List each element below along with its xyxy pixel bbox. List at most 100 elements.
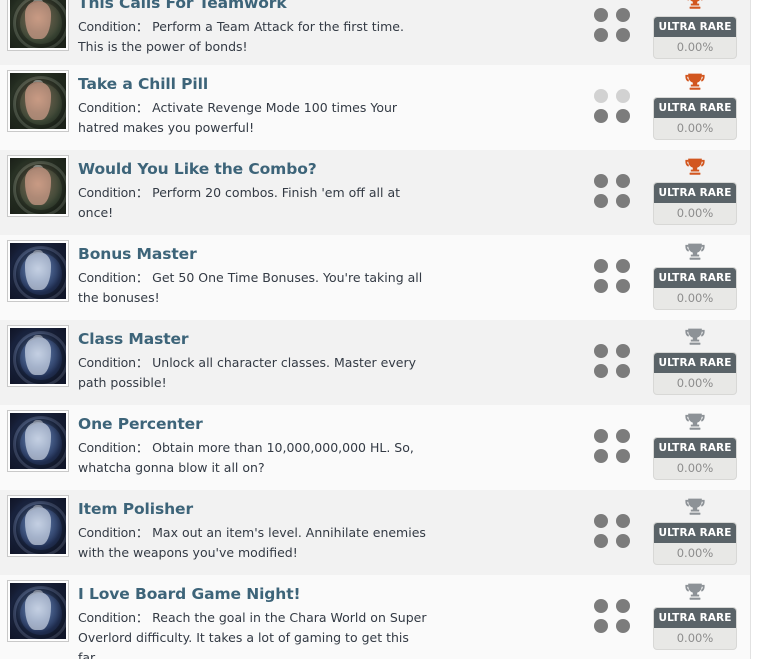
rarity-percent: 0.00%	[676, 206, 714, 220]
progress-dot-2	[616, 429, 630, 443]
rarity-badge[interactable]: ULTRA RARE 0.00%	[653, 182, 737, 225]
thumb-bronze[interactable]	[7, 70, 69, 132]
progress-dot-4	[616, 28, 630, 42]
trophy-title[interactable]: One Percenter	[78, 415, 574, 435]
trophy-progress-dots	[584, 156, 640, 208]
rarity-badge[interactable]: ULTRA RARE 0.00%	[653, 16, 737, 59]
progress-dot-2	[616, 259, 630, 273]
trophy-rarity: ULTRA RARE 0.00%	[640, 496, 750, 565]
rarity-percent: 0.00%	[676, 461, 714, 475]
thumb-blue[interactable]	[7, 580, 69, 642]
trophy-bronze-icon	[685, 0, 705, 13]
progress-dot-1	[594, 429, 608, 443]
rarity-badge-label: ULTRA RARE	[654, 608, 736, 628]
thumb-blue[interactable]	[7, 495, 69, 557]
rarity-badge[interactable]: ULTRA RARE 0.00%	[653, 352, 737, 395]
trophy-info: Item Polisher Condition： Max out an item'…	[72, 496, 584, 563]
trophy-achievement-list: This Calls For Teamwork Condition： Perfor…	[0, 0, 751, 659]
trophy-rarity: ULTRA RARE 0.00%	[640, 581, 750, 650]
trophy-rarity: ULTRA RARE 0.00%	[640, 0, 750, 59]
trophy-condition: Condition： Perform a Team Attack for the…	[78, 17, 430, 58]
trophy-info: Bonus Master Condition： Get 50 One Time B…	[72, 241, 584, 308]
rarity-badge[interactable]: ULTRA RARE 0.00%	[653, 522, 737, 565]
trophy-title[interactable]: I Love Board Game Night!	[78, 585, 574, 605]
progress-dot-2	[616, 514, 630, 528]
trophy-silver-icon	[685, 328, 705, 349]
trophy-row[interactable]: Would You Like the Combo? Condition： Perf…	[0, 150, 750, 235]
rarity-badge-label: ULTRA RARE	[654, 438, 736, 458]
trophy-condition: Condition： Get 50 One Time Bonuses. You'…	[78, 268, 430, 309]
trophy-thumbnail-wrapper	[0, 0, 72, 51]
progress-dot-1	[594, 599, 608, 613]
rarity-badge[interactable]: ULTRA RARE 0.00%	[653, 607, 737, 650]
trophy-row[interactable]: One Percenter Condition： Obtain more than…	[0, 405, 750, 490]
trophy-silver-icon	[685, 583, 705, 604]
condition-label: Condition：	[78, 269, 149, 285]
rarity-badge-label: ULTRA RARE	[654, 98, 736, 118]
trophy-row[interactable]: I Love Board Game Night! Condition： Reach…	[0, 575, 750, 659]
thumb-bronze[interactable]	[7, 0, 69, 51]
trophy-title[interactable]: Take a Chill Pill	[78, 75, 574, 95]
trophy-silver-icon	[685, 498, 705, 519]
rarity-percent: 0.00%	[676, 631, 714, 645]
rarity-percent: 0.00%	[676, 291, 714, 305]
rarity-badge-label: ULTRA RARE	[654, 353, 736, 373]
trophy-progress-dots	[584, 0, 640, 42]
rarity-badge[interactable]: ULTRA RARE 0.00%	[653, 97, 737, 140]
thumb-blue[interactable]	[7, 325, 69, 387]
trophy-condition: Condition： Unlock all character classes.…	[78, 353, 430, 394]
progress-dot-4	[616, 534, 630, 548]
progress-dot-4	[616, 279, 630, 293]
progress-dot-3	[594, 194, 608, 208]
trophy-rarity: ULTRA RARE 0.00%	[640, 71, 750, 140]
trophy-title[interactable]: Bonus Master	[78, 245, 574, 265]
progress-dot-2	[616, 599, 630, 613]
rarity-badge[interactable]: ULTRA RARE 0.00%	[653, 437, 737, 480]
trophy-row[interactable]: Bonus Master Condition： Get 50 One Time B…	[0, 235, 750, 320]
progress-dot-2	[616, 344, 630, 358]
progress-dot-1	[594, 259, 608, 273]
progress-dot-1	[594, 174, 608, 188]
trophy-row[interactable]: Item Polisher Condition： Max out an item'…	[0, 490, 750, 575]
thumb-blue[interactable]	[7, 410, 69, 472]
trophy-info: Would You Like the Combo? Condition： Perf…	[72, 156, 584, 223]
progress-dot-3	[594, 534, 608, 548]
trophy-title[interactable]: This Calls For Teamwork	[78, 0, 574, 14]
trophy-rarity: ULTRA RARE 0.00%	[640, 156, 750, 225]
trophy-title[interactable]: Would You Like the Combo?	[78, 160, 574, 180]
progress-dot-2	[616, 89, 630, 103]
progress-dot-1	[594, 514, 608, 528]
trophy-thumbnail-wrapper	[0, 240, 72, 302]
trophy-row[interactable]: Class Master Condition： Unlock all charac…	[0, 320, 750, 405]
trophy-info: Take a Chill Pill Condition： Activate Rev…	[72, 71, 584, 138]
progress-dot-2	[616, 174, 630, 188]
trophy-row[interactable]: Take a Chill Pill Condition： Activate Rev…	[0, 65, 750, 150]
trophy-rarity: ULTRA RARE 0.00%	[640, 241, 750, 310]
trophy-condition: Condition： Obtain more than 10,000,000,0…	[78, 438, 430, 479]
condition-label: Condition：	[78, 354, 149, 370]
trophy-bronze-icon	[685, 158, 705, 179]
condition-label: Condition：	[78, 99, 149, 115]
trophy-title[interactable]: Class Master	[78, 330, 574, 350]
rarity-badge-label: ULTRA RARE	[654, 17, 736, 37]
rarity-badge-label: ULTRA RARE	[654, 183, 736, 203]
trophy-thumbnail-wrapper	[0, 410, 72, 472]
thumb-blue[interactable]	[7, 240, 69, 302]
condition-label: Condition：	[78, 18, 149, 34]
progress-dot-4	[616, 194, 630, 208]
progress-dot-3	[594, 279, 608, 293]
trophy-progress-dots	[584, 496, 640, 548]
trophy-row[interactable]: This Calls For Teamwork Condition： Perfor…	[0, 0, 750, 65]
progress-dot-4	[616, 364, 630, 378]
trophy-thumbnail-wrapper	[0, 495, 72, 557]
trophy-condition: Condition： Perform 20 combos. Finish 'em…	[78, 183, 430, 224]
rarity-badge[interactable]: ULTRA RARE 0.00%	[653, 267, 737, 310]
trophy-progress-dots	[584, 581, 640, 633]
thumb-bronze[interactable]	[7, 155, 69, 217]
condition-label: Condition：	[78, 524, 149, 540]
progress-dot-4	[616, 449, 630, 463]
rarity-badge-label: ULTRA RARE	[654, 523, 736, 543]
condition-label: Condition：	[78, 609, 149, 625]
trophy-title[interactable]: Item Polisher	[78, 500, 574, 520]
trophy-thumbnail-wrapper	[0, 580, 72, 642]
